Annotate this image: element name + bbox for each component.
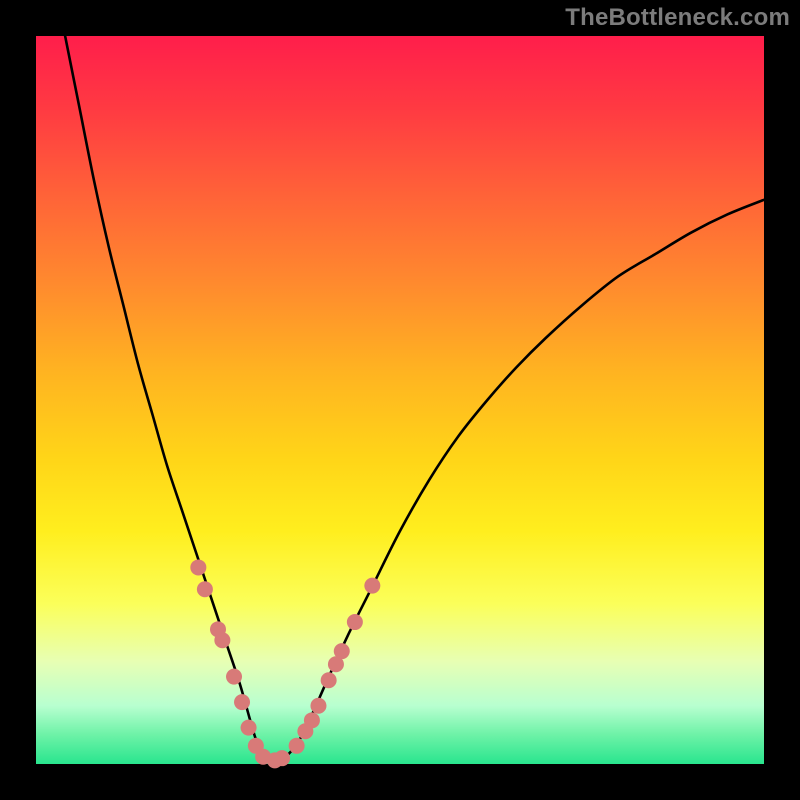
curve-svg [36, 36, 764, 764]
highlight-dot [321, 672, 337, 688]
highlight-dot [310, 698, 326, 714]
plot-area [36, 36, 764, 764]
highlight-dot [274, 750, 290, 766]
highlight-dot [364, 578, 380, 594]
highlight-dot [241, 720, 257, 736]
highlight-dot [304, 712, 320, 728]
bottleneck-curve [65, 36, 764, 762]
highlight-dot [197, 581, 213, 597]
chart-frame: TheBottleneck.com [0, 0, 800, 800]
highlight-dot [214, 632, 230, 648]
highlight-dot [226, 669, 242, 685]
highlight-markers [190, 559, 380, 768]
highlight-dot [347, 614, 363, 630]
highlight-dot [190, 559, 206, 575]
highlight-dot [234, 694, 250, 710]
watermark-text: TheBottleneck.com [565, 4, 790, 32]
highlight-dot [334, 643, 350, 659]
highlight-dot [289, 738, 305, 754]
